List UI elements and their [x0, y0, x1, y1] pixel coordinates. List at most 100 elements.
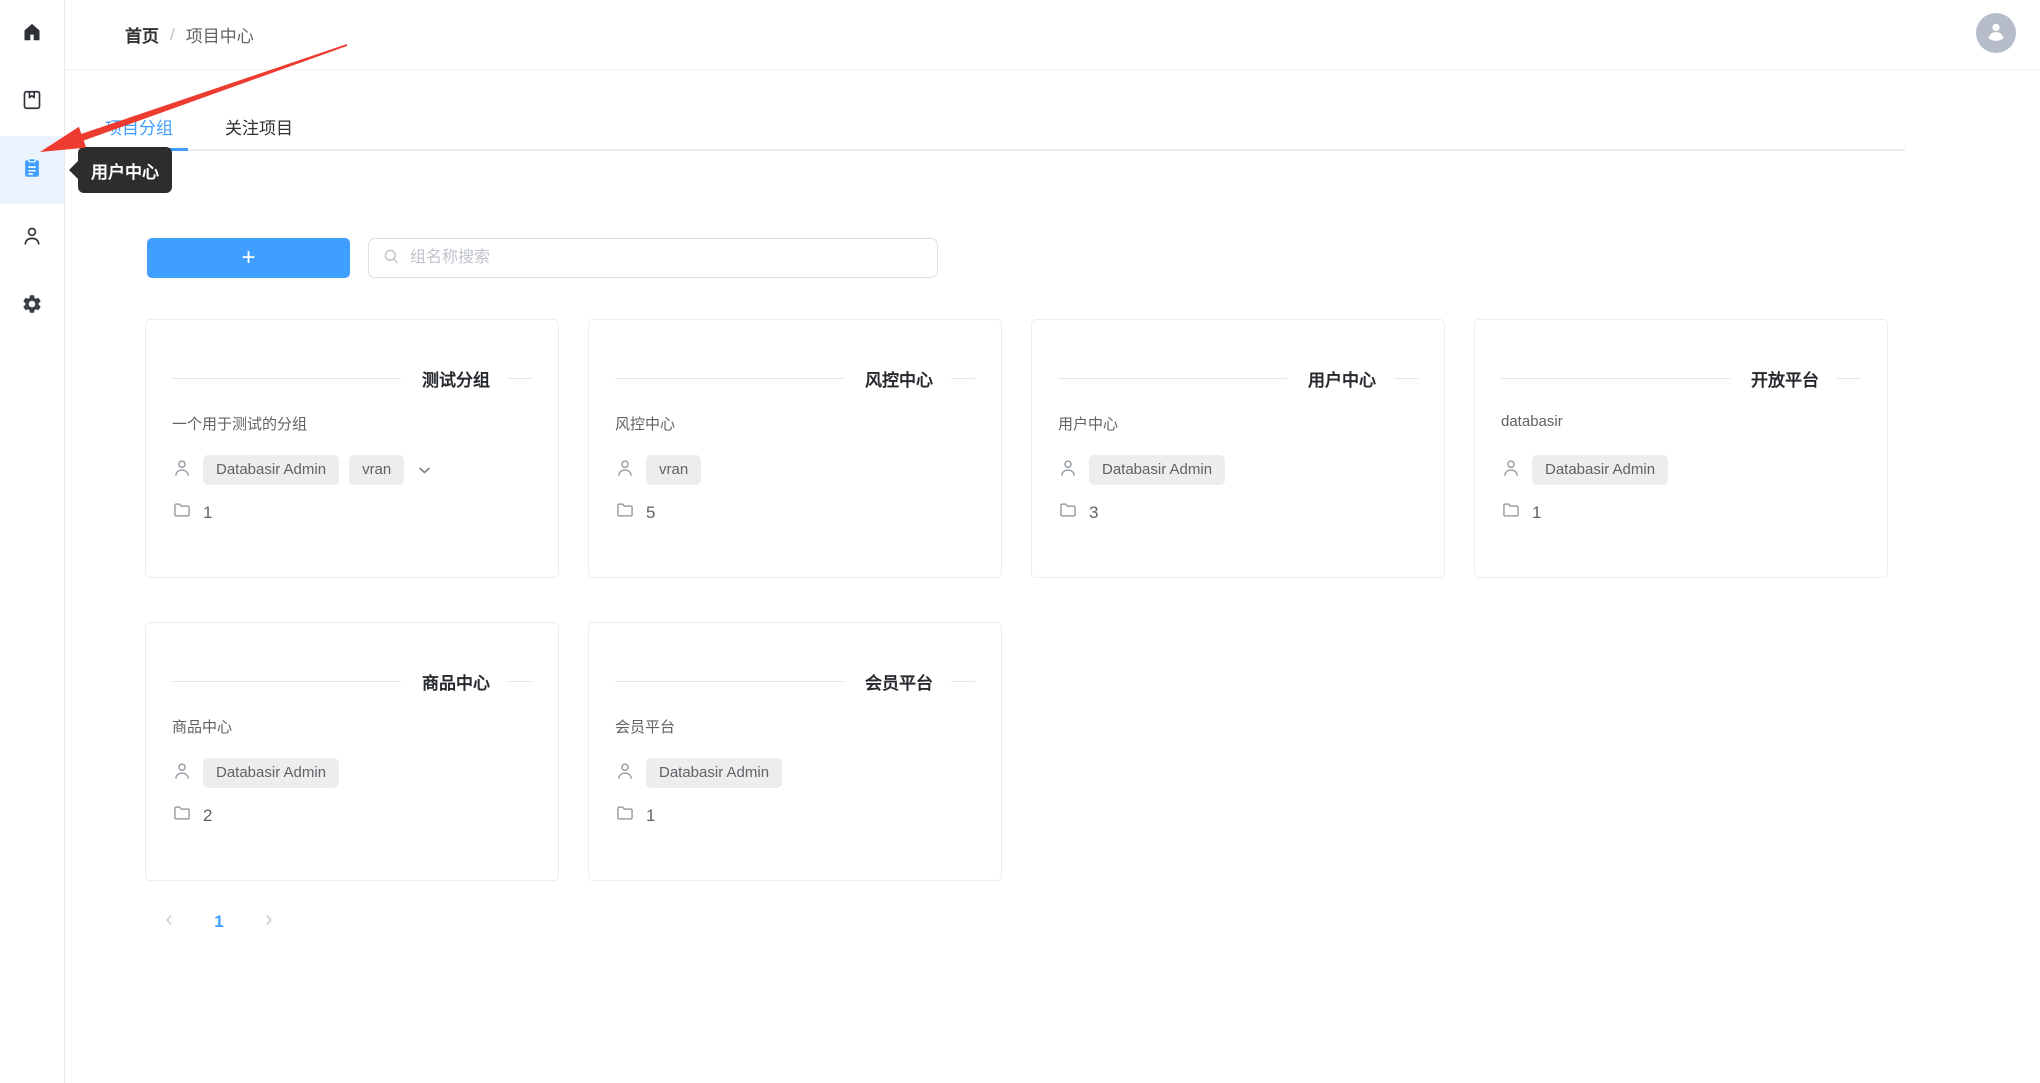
folder-icon	[1058, 500, 1078, 525]
member-tags: Databasir Admin	[1089, 455, 1225, 485]
user-avatar[interactable]	[1976, 13, 2016, 53]
group-description: databasir	[1501, 413, 1861, 431]
project-group-card[interactable]: 风控中心 风控中心 vran 5	[588, 319, 1002, 578]
project-group-card[interactable]: 商品中心 商品中心 Databasir Admin	[145, 622, 559, 881]
member-tag: Databasir Admin	[646, 758, 782, 788]
project-count-row: 1	[615, 803, 975, 828]
folder-icon	[1501, 500, 1521, 525]
member-tags: Databasir Admin	[203, 758, 339, 788]
member-tag: Databasir Admin	[203, 758, 339, 788]
breadcrumb-home[interactable]: 首页	[125, 22, 159, 47]
sidebar-item-project-center[interactable]	[0, 136, 64, 204]
divider-line	[1837, 378, 1861, 379]
divider-line	[615, 378, 844, 379]
divider-line	[172, 681, 401, 682]
project-count-row: 1	[1501, 500, 1861, 525]
group-members-row: Databasir Admin	[1058, 455, 1418, 485]
sidebar-item-home[interactable]	[0, 0, 64, 68]
project-count: 1	[646, 806, 655, 826]
members-person-icon	[172, 761, 192, 786]
card-header: 会员平台	[615, 670, 975, 692]
members-person-icon	[1501, 458, 1521, 483]
member-tag: Databasir Admin	[1532, 455, 1668, 485]
divider-line	[1394, 378, 1418, 379]
member-tags: Databasir Admin	[1532, 455, 1668, 485]
projects-clipboard-icon	[21, 157, 43, 184]
tab-followed-projects[interactable]: 关注项目	[210, 111, 308, 149]
tab-project-groups[interactable]: 项目分组	[90, 111, 188, 149]
project-center-page: 首页 / 项目中心 项目分组 关注项目 +	[0, 0, 2040, 1083]
user-icon	[21, 225, 43, 252]
top-header: 首页 / 项目中心	[65, 0, 2040, 70]
breadcrumb-separator: /	[170, 25, 175, 45]
project-count: 3	[1089, 503, 1098, 523]
sidebar-item-docs[interactable]	[0, 68, 64, 136]
project-group-card[interactable]: 用户中心 用户中心 Databasir Admin	[1031, 319, 1445, 578]
project-count: 1	[1532, 503, 1541, 523]
member-tags: Databasir Admin	[646, 758, 782, 788]
sidebar-item-settings[interactable]	[0, 272, 64, 340]
project-count-row: 2	[172, 803, 532, 828]
card-header: 开放平台	[1501, 367, 1861, 389]
project-count-row: 3	[1058, 500, 1418, 525]
sidebar	[0, 0, 65, 1083]
add-group-button[interactable]: +	[147, 238, 350, 278]
group-members-row: Databasir Admin	[615, 758, 975, 788]
divider-line	[172, 378, 401, 379]
group-members-row: Databasir Admin	[1501, 455, 1861, 485]
group-title: 测试分组	[422, 366, 490, 391]
group-description: 一个用于测试的分组	[172, 413, 532, 431]
divider-line	[951, 681, 975, 682]
member-tag: vran	[349, 455, 404, 485]
settings-gear-icon	[21, 293, 43, 320]
chevron-left-icon	[161, 912, 177, 933]
divider-line	[1501, 378, 1730, 379]
divider-line	[1058, 378, 1287, 379]
divider-line	[951, 378, 975, 379]
project-group-card[interactable]: 测试分组 一个用于测试的分组 Databasir Admin vran	[145, 319, 559, 578]
members-person-icon	[172, 458, 192, 483]
group-description: 商品中心	[172, 716, 532, 734]
chevron-down-icon[interactable]	[415, 461, 434, 480]
group-members-row: Databasir Admin	[172, 758, 532, 788]
project-group-card[interactable]: 会员平台 会员平台 Databasir Admin	[588, 622, 1002, 881]
group-title: 用户中心	[1308, 366, 1376, 391]
group-members-row: vran	[615, 455, 975, 485]
avatar-person-icon	[1984, 19, 2008, 48]
pagination-prev-button[interactable]	[153, 906, 185, 938]
user-center-tooltip: 用户中心	[78, 147, 172, 193]
project-count-row: 1	[172, 500, 532, 525]
pagination-page-1[interactable]: 1	[203, 906, 235, 938]
card-header: 商品中心	[172, 670, 532, 692]
member-tag: Databasir Admin	[203, 455, 339, 485]
current-page-number: 1	[214, 912, 223, 932]
project-groups-grid: 测试分组 一个用于测试的分组 Databasir Admin vran	[145, 319, 1888, 881]
breadcrumb: 首页 / 项目中心	[125, 0, 254, 69]
group-members-row: Databasir Admin vran	[172, 455, 532, 485]
project-count: 5	[646, 503, 655, 523]
group-description: 风控中心	[615, 413, 975, 431]
members-person-icon	[615, 458, 635, 483]
project-tabs: 项目分组 关注项目	[90, 111, 1905, 151]
project-group-card[interactable]: 开放平台 databasir Databasir Admin	[1474, 319, 1888, 578]
sidebar-item-users[interactable]	[0, 204, 64, 272]
project-count-row: 5	[615, 500, 975, 525]
group-title: 风控中心	[865, 366, 933, 391]
divider-line	[615, 681, 844, 682]
group-description: 会员平台	[615, 716, 975, 734]
home-icon	[21, 21, 43, 48]
member-tags: vran	[646, 455, 701, 485]
member-tags: Databasir Admin vran	[203, 455, 404, 485]
group-search-box	[368, 238, 938, 278]
folder-icon	[172, 500, 192, 525]
group-title: 开放平台	[1751, 366, 1819, 391]
card-header: 测试分组	[172, 367, 532, 389]
group-title: 商品中心	[422, 669, 490, 694]
breadcrumb-current: 项目中心	[186, 22, 254, 47]
group-search-input[interactable]	[408, 248, 924, 268]
folder-icon	[172, 803, 192, 828]
members-person-icon	[615, 761, 635, 786]
member-tag: Databasir Admin	[1089, 455, 1225, 485]
search-icon	[382, 247, 400, 270]
pagination-next-button[interactable]	[253, 906, 285, 938]
